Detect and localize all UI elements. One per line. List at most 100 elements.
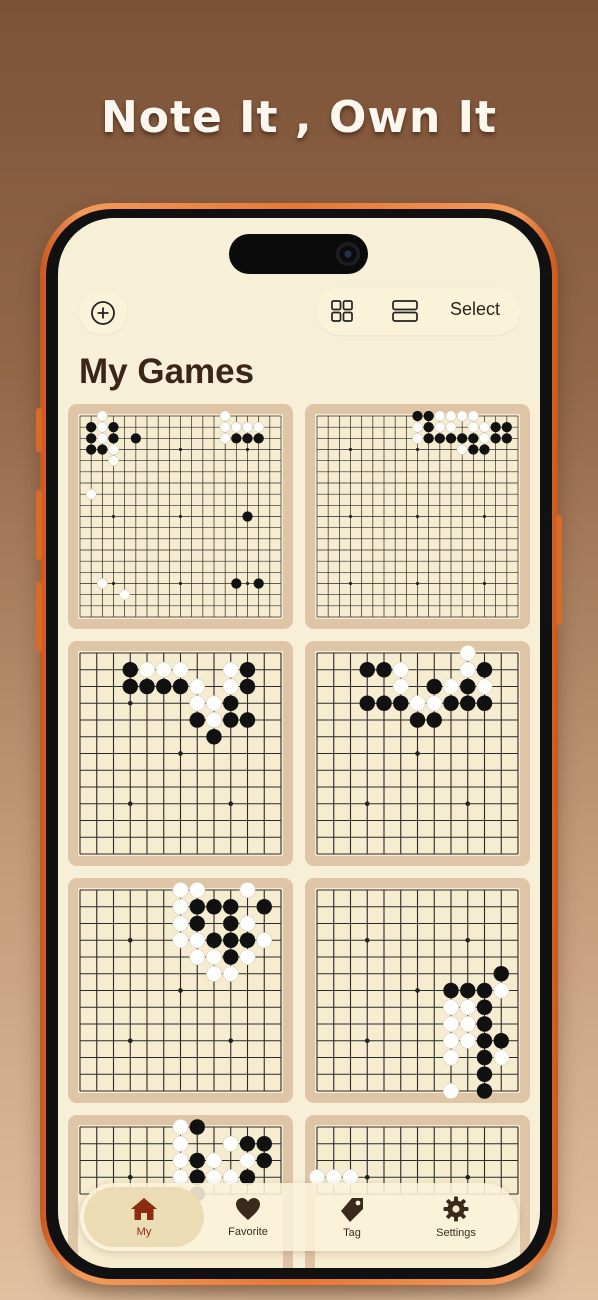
- white-stone: [239, 1152, 256, 1169]
- black-stone: [460, 982, 476, 999]
- white-stone: [442, 1032, 460, 1049]
- white-stone: [239, 881, 256, 899]
- promo-headline: Note It , Own It: [100, 92, 498, 143]
- black-stone: [239, 1136, 256, 1152]
- white-stone: [256, 932, 273, 949]
- white-stone: [467, 421, 479, 433]
- home-icon: [131, 1198, 157, 1220]
- tab-my[interactable]: My: [84, 1187, 204, 1247]
- black-stone: [490, 433, 501, 444]
- black-stone: [393, 695, 409, 711]
- white-stone: [155, 661, 172, 678]
- white-stone: [219, 432, 231, 444]
- game-card[interactable]: [305, 404, 530, 629]
- white-stone: [189, 881, 206, 899]
- go-board-thumbnail: [78, 410, 283, 619]
- game-card[interactable]: [68, 641, 293, 866]
- white-stone: [479, 432, 490, 444]
- black-stone: [253, 578, 264, 589]
- star-point: [178, 447, 183, 452]
- black-stone: [256, 1136, 272, 1152]
- black-stone: [426, 712, 442, 728]
- black-stone: [359, 662, 375, 678]
- black-stone: [476, 1033, 493, 1049]
- black-stone: [122, 678, 138, 695]
- white-stone: [205, 965, 223, 982]
- star-point: [111, 514, 116, 519]
- black-stone: [359, 695, 375, 711]
- star-point: [348, 581, 353, 586]
- white-stone: [493, 1049, 510, 1066]
- white-stone: [222, 678, 239, 695]
- go-board-thumbnail: [315, 888, 520, 1100]
- star-point: [482, 514, 487, 519]
- tab-favorite[interactable]: Favorite: [188, 1187, 308, 1247]
- black-stone: [242, 511, 253, 522]
- game-card[interactable]: [305, 878, 530, 1103]
- white-stone: [459, 1032, 476, 1049]
- white-stone: [172, 1135, 189, 1152]
- star-point: [127, 937, 133, 943]
- black-stone: [239, 712, 256, 728]
- game-card[interactable]: [68, 878, 293, 1103]
- star-point: [228, 1038, 234, 1044]
- volume-down-button: [36, 582, 42, 652]
- black-stone: [206, 729, 222, 745]
- star-point: [127, 801, 133, 807]
- camera-icon: [336, 242, 360, 266]
- white-stone: [189, 948, 206, 966]
- white-stone: [392, 661, 409, 678]
- tab-favorite-label: Favorite: [228, 1226, 268, 1238]
- star-point: [482, 581, 487, 586]
- go-board-thumbnail: [315, 644, 520, 856]
- star-point: [127, 1038, 133, 1044]
- black-stone: [476, 695, 493, 711]
- black-stone: [443, 982, 459, 999]
- black-stone: [426, 678, 442, 695]
- black-stone: [156, 678, 172, 695]
- black-stone: [476, 1066, 493, 1082]
- white-stone: [456, 410, 468, 422]
- black-stone: [479, 444, 490, 455]
- star-point: [465, 1174, 471, 1180]
- white-stone: [219, 410, 231, 422]
- white-stone: [442, 678, 460, 695]
- black-stone: [139, 678, 155, 695]
- tab-tag[interactable]: Tag: [292, 1187, 412, 1247]
- black-stone: [223, 712, 239, 728]
- white-stone: [172, 932, 189, 949]
- black-stone: [223, 695, 239, 711]
- gear-icon: [443, 1196, 469, 1222]
- tab-settings[interactable]: Settings: [396, 1187, 516, 1247]
- black-stone: [476, 1049, 493, 1066]
- star-point: [465, 801, 471, 807]
- star-point: [178, 514, 183, 519]
- black-stone: [493, 1033, 509, 1049]
- white-stone: [96, 410, 108, 422]
- game-card[interactable]: [68, 404, 293, 629]
- star-point: [348, 514, 353, 519]
- game-card[interactable]: [305, 641, 530, 866]
- black-stone: [189, 1152, 205, 1169]
- star-point: [178, 751, 183, 756]
- games-grid: [58, 218, 540, 1268]
- black-stone: [189, 1119, 205, 1135]
- white-stone: [172, 1152, 189, 1169]
- white-stone: [409, 695, 426, 712]
- star-point: [415, 447, 420, 452]
- tab-tag-label: Tag: [343, 1227, 361, 1239]
- tab-bar: My Favorite Tag Settings: [80, 1183, 518, 1251]
- black-stone: [460, 678, 476, 695]
- black-stone: [253, 433, 264, 444]
- black-stone: [476, 1083, 493, 1099]
- black-stone: [223, 915, 239, 932]
- star-point: [415, 514, 420, 519]
- white-stone: [412, 421, 423, 433]
- white-stone: [445, 410, 457, 422]
- white-stone: [189, 932, 206, 949]
- white-stone: [442, 999, 460, 1016]
- black-stone: [172, 678, 189, 695]
- star-point: [245, 581, 250, 586]
- black-stone: [239, 662, 256, 678]
- white-stone: [96, 421, 108, 433]
